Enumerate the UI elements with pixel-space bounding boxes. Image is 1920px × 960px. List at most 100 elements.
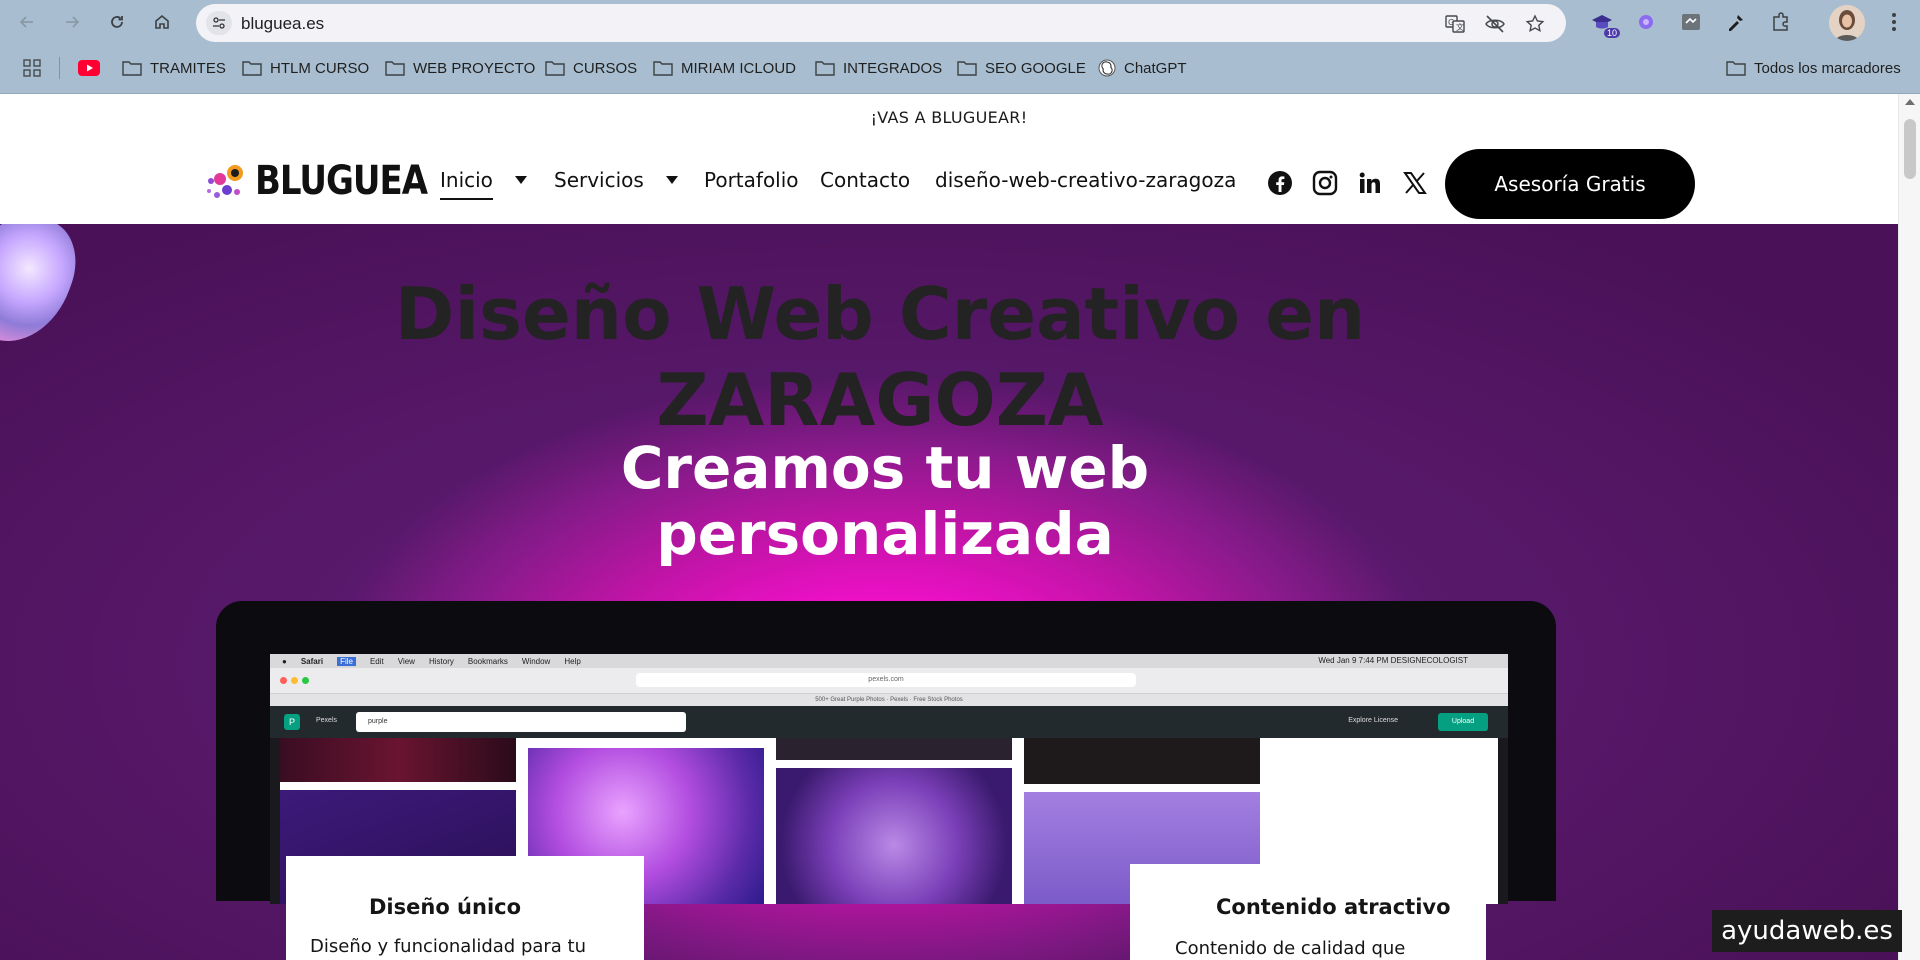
- site-logo[interactable]: BLUGUEA: [205, 157, 428, 205]
- bookmark-label: CURSOS: [573, 59, 638, 77]
- bookmark-item[interactable]: MIRIAM ICLOUD: [653, 56, 796, 80]
- announcement-bar: ¡VAS A BLUGUEAR!: [870, 108, 1028, 127]
- nav-servicios[interactable]: Servicios: [554, 168, 678, 192]
- safari-tab-title: 500+ Great Purple Photos · Pexels · Free…: [270, 694, 1508, 706]
- nav-contacto[interactable]: Contacto: [820, 168, 910, 192]
- extensions-puzzle-icon[interactable]: [1767, 8, 1795, 36]
- menubar-clock: Wed Jan 9 7:44 PM DESIGNECOLOGIST: [1318, 656, 1468, 665]
- feature-card-contenido: Contenido atractivo Contenido de calidad…: [1130, 864, 1486, 960]
- nav-inicio-label: Inicio: [440, 168, 493, 200]
- menu-file: File: [337, 656, 356, 666]
- menu-view: View: [397, 656, 415, 666]
- eye-off-icon[interactable]: [1484, 13, 1506, 35]
- feature-card-diseno: Diseño único Diseño y funcionalidad para…: [286, 856, 644, 960]
- nav-portafolio-label: Portafolio: [704, 168, 799, 192]
- safari-address: pexels.com: [636, 673, 1136, 687]
- nav-diseno-web-label: diseño-web-creativo-zaragoza: [935, 168, 1237, 192]
- home-button[interactable]: [150, 10, 174, 34]
- apps-grid-icon[interactable]: [20, 56, 44, 80]
- youtube-icon: [78, 60, 100, 76]
- eyedropper-icon[interactable]: [1722, 8, 1750, 36]
- scroll-thumb[interactable]: [1904, 119, 1916, 179]
- facebook-icon[interactable]: [1266, 169, 1294, 197]
- safari-toolbar: pexels.com: [270, 668, 1508, 694]
- forward-button[interactable]: [60, 10, 84, 34]
- logo-molecule-icon: [207, 165, 243, 198]
- chevron-down-icon[interactable]: [514, 176, 527, 184]
- apple-icon: ●: [282, 656, 287, 666]
- profile-avatar[interactable]: [1829, 5, 1865, 41]
- extension-gear-icon[interactable]: [1632, 8, 1660, 36]
- chatgpt-icon: [1098, 59, 1116, 77]
- pexels-search: purple: [356, 712, 686, 732]
- asesoria-gratis-button[interactable]: Asesoría Gratis: [1445, 149, 1695, 219]
- bookmark-item[interactable]: CURSOS: [545, 56, 637, 80]
- folder-icon: [957, 61, 977, 76]
- folder-icon: [122, 61, 142, 76]
- pexels-logo-icon: P: [284, 714, 300, 730]
- photo-tile: [280, 738, 516, 782]
- x-icon[interactable]: [1401, 169, 1429, 197]
- folder-icon: [1726, 61, 1746, 76]
- bookmark-item[interactable]: SEO GOOGLE: [957, 56, 1086, 80]
- bookmark-label: MIRIAM ICLOUD: [681, 59, 797, 77]
- back-button[interactable]: [15, 10, 39, 34]
- card-text: Contenido de calidad que: [1175, 938, 1406, 959]
- folder-icon: [815, 61, 835, 76]
- chevron-down-icon[interactable]: [665, 176, 678, 184]
- reload-button[interactable]: [105, 10, 129, 34]
- extension-hat-icon[interactable]: 10: [1588, 8, 1620, 38]
- minimize-dot: [291, 677, 298, 684]
- folder-icon: [385, 61, 405, 76]
- bookmark-label: SEO GOOGLE: [985, 59, 1086, 77]
- translate-icon[interactable]: G文: [1444, 13, 1466, 35]
- address-bar[interactable]: bluguea.es G文: [196, 4, 1566, 42]
- url-text[interactable]: bluguea.es: [241, 14, 324, 34]
- bookmark-label: HTLM CURSO: [270, 59, 370, 77]
- bookmark-item[interactable]: WEB PROYECTO: [385, 56, 535, 80]
- bookmark-item[interactable]: HTLM CURSO: [242, 56, 369, 80]
- page-scrollbar[interactable]: [1898, 94, 1920, 960]
- folder-icon: [653, 61, 673, 76]
- hero-subtitle-line1: Creamos tu web: [620, 434, 1150, 502]
- pexels-links: Explore License: [1348, 717, 1398, 724]
- hero-title-line1: Diseño Web Creativo en: [394, 272, 1366, 356]
- browser-menu-icon[interactable]: [1882, 10, 1906, 34]
- web-page: ¡VAS A BLUGUEAR! BLUGUEA Inicio Servicio…: [0, 94, 1898, 960]
- pexels-brand: Pexels: [316, 717, 338, 724]
- bookmark-item[interactable]: INTEGRADOS: [815, 56, 942, 80]
- photo-tile: [776, 738, 1012, 760]
- extension-box-icon[interactable]: [1677, 8, 1705, 36]
- nav-contacto-label: Contacto: [820, 168, 911, 192]
- card-title: Diseño único: [369, 895, 522, 919]
- all-bookmarks-label: Todos los marcadores: [1754, 59, 1901, 77]
- nav-portafolio[interactable]: Portafolio: [704, 168, 799, 192]
- instagram-icon[interactable]: [1311, 169, 1339, 197]
- active-underline: [440, 198, 493, 200]
- extension-badge: 10: [1603, 28, 1620, 38]
- all-bookmarks[interactable]: Todos los marcadores: [1726, 56, 1901, 80]
- bookmark-item[interactable]: ChatGPT: [1098, 56, 1187, 80]
- photo-tile: [1024, 738, 1260, 784]
- card-text: Diseño y funcionalidad para tu: [310, 936, 587, 957]
- nav-servicios-label: Servicios: [554, 168, 644, 192]
- linkedin-icon[interactable]: [1356, 169, 1384, 197]
- browser-toolbar: bluguea.es G文 10: [0, 0, 1920, 45]
- nav-diseno-web[interactable]: diseño-web-creativo-zaragoza: [935, 168, 1236, 192]
- bookmarks-separator: [59, 57, 60, 79]
- photo-tile: [776, 768, 1012, 904]
- bookmark-item[interactable]: TRAMITES: [122, 56, 226, 80]
- nav-inicio[interactable]: Inicio: [440, 168, 527, 200]
- nav-inicio-text: Inicio: [440, 168, 493, 192]
- menu-edit: Edit: [369, 656, 384, 666]
- menu-bookmarks: Bookmarks: [467, 656, 508, 666]
- scroll-up-arrow[interactable]: [1905, 99, 1915, 105]
- bookmark-label: INTEGRADOS: [843, 59, 943, 77]
- pexels-upload: Upload: [1438, 713, 1488, 731]
- mac-menubar: ● Safari File Edit View History Bookmark…: [270, 654, 1508, 668]
- youtube-bookmark[interactable]: [78, 56, 100, 80]
- logo-text: BLUGUEA: [255, 157, 428, 205]
- bookmark-star-icon[interactable]: [1524, 13, 1546, 35]
- site-settings-icon[interactable]: [206, 11, 232, 35]
- menu-history: History: [428, 656, 454, 666]
